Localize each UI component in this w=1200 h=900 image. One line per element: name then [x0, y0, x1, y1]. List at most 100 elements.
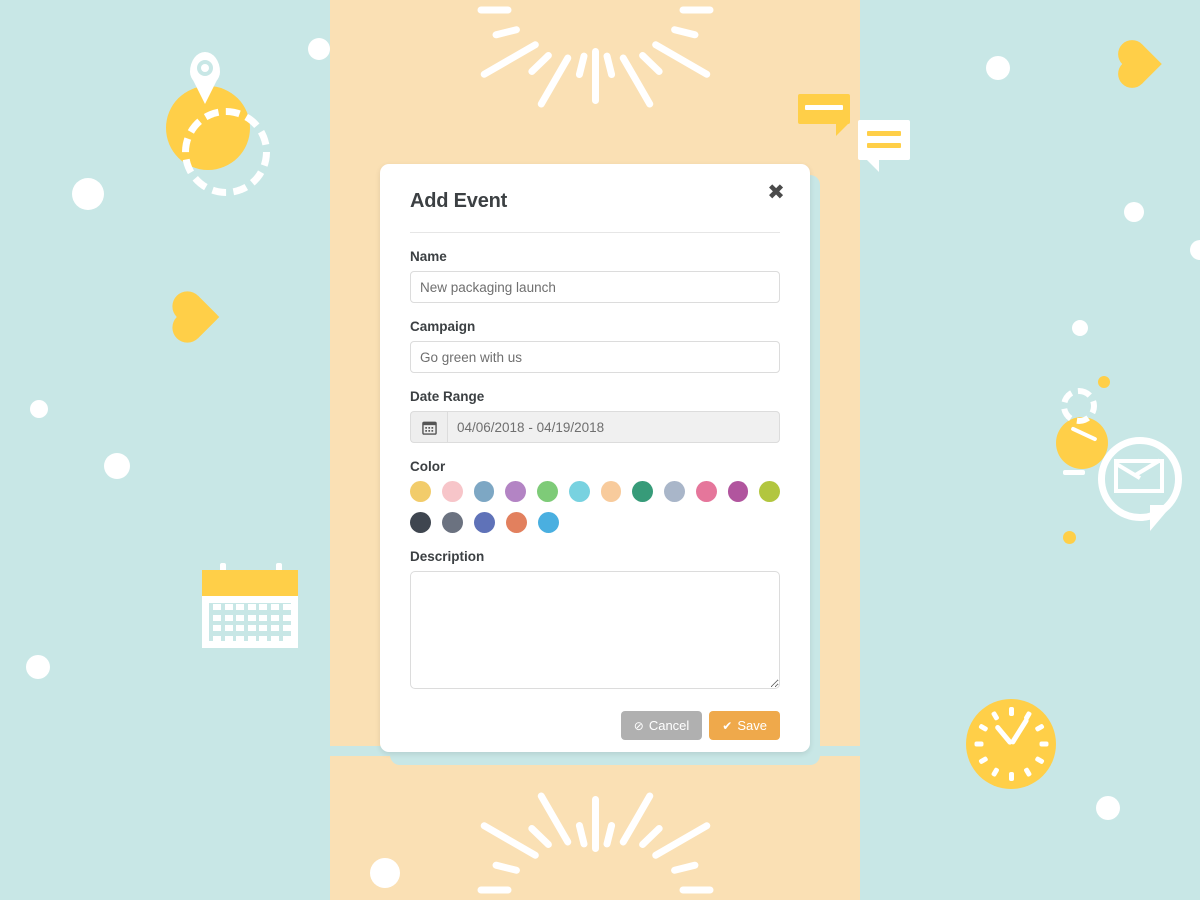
color-swatch-row: [410, 512, 780, 533]
sunburst-ray: [591, 796, 599, 852]
calendar-cell: [282, 635, 291, 642]
close-icon[interactable]: ✖: [762, 178, 790, 206]
color-swatch[interactable]: [442, 512, 463, 533]
calendar-cell: [224, 604, 233, 610]
dot-6: [370, 858, 400, 888]
sunburst-ray: [591, 48, 599, 104]
map-pin-tail: [192, 78, 218, 104]
cancel-button[interactable]: ⊘ Cancel: [620, 711, 703, 740]
clock-tick: [990, 710, 1000, 722]
calendar-cell: [259, 604, 268, 610]
color-swatch[interactable]: [506, 512, 527, 533]
color-swatch[interactable]: [664, 481, 685, 502]
name-input[interactable]: [410, 271, 780, 303]
color-swatch[interactable]: [538, 512, 559, 533]
calendar-cell: [271, 604, 279, 610]
color-swatch[interactable]: [410, 481, 431, 502]
clock-tick: [1033, 723, 1045, 733]
calendar-cell: [236, 604, 245, 610]
dot-7: [986, 56, 1010, 80]
calendar-cell: [236, 614, 245, 621]
clock-tick: [977, 755, 989, 765]
date-range-input[interactable]: [447, 411, 780, 443]
campaign-label: Campaign: [410, 319, 476, 334]
ban-icon: ⊘: [633, 718, 644, 733]
name-label: Name: [410, 249, 447, 264]
yellow-dot-2: [1063, 531, 1076, 544]
calendar-icon[interactable]: [410, 411, 447, 443]
color-swatch[interactable]: [474, 512, 495, 533]
clock-tick: [977, 723, 989, 733]
color-swatch[interactable]: [473, 481, 495, 502]
clock-tick: [1008, 707, 1014, 716]
color-swatch[interactable]: [537, 481, 558, 502]
calendar-cell: [247, 604, 256, 610]
dot-5: [26, 655, 50, 679]
base-line: [1063, 470, 1085, 475]
clock-tick: [1033, 755, 1045, 765]
cancel-button-label: Cancel: [648, 718, 690, 733]
dot-11: [1096, 796, 1120, 820]
campaign-input[interactable]: [410, 341, 780, 373]
calendar-cell: [224, 614, 233, 621]
color-swatch[interactable]: [695, 481, 717, 502]
date-range-group: [410, 411, 780, 443]
calendar-cell: [213, 635, 221, 642]
calendar-cell: [282, 604, 291, 610]
description-label: Description: [410, 549, 485, 564]
color-swatch[interactable]: [505, 481, 526, 502]
yellow-disc: [1056, 417, 1108, 469]
color-swatch[interactable]: [759, 481, 780, 502]
calendar-cell: [247, 635, 256, 642]
color-swatch[interactable]: [410, 512, 431, 533]
add-event-modal: ✖ Add Event Name Campaign Date Range: [380, 164, 810, 752]
date-range-label: Date Range: [410, 389, 485, 404]
clock-tick: [1039, 741, 1048, 747]
calendar-cell: [224, 635, 233, 642]
clock-tick: [1022, 766, 1032, 778]
dot-9: [1190, 240, 1200, 260]
color-swatch[interactable]: [441, 481, 463, 502]
app-background: ✖ Add Event Name Campaign Date Range: [0, 0, 1200, 900]
check-icon: ✔: [722, 718, 733, 733]
calendar-cell: [282, 614, 291, 621]
dot-1: [308, 38, 330, 60]
calendar-cell: [271, 635, 279, 642]
chat-bubble-tail: [1150, 505, 1172, 531]
sunburst-ray: [477, 6, 511, 14]
dot-10: [1072, 320, 1088, 336]
color-swatch[interactable]: [600, 481, 622, 502]
calendar-cell: [236, 625, 245, 631]
sunburst-ray: [679, 6, 713, 14]
calendar-cell: [271, 614, 279, 621]
save-button[interactable]: ✔ Save: [709, 711, 780, 740]
dot-2: [72, 178, 104, 210]
title-divider: [410, 232, 780, 233]
page-title: Add Event: [410, 190, 508, 212]
color-swatch-row: [410, 481, 780, 502]
sunburst-ray: [679, 886, 713, 894]
calendar-cell: [271, 625, 279, 631]
color-swatch-grid: [410, 481, 780, 533]
dot-4: [104, 453, 130, 479]
clock-icon: [966, 699, 1056, 789]
clock-tick: [990, 766, 1000, 778]
yellow-dot-1: [1098, 376, 1110, 388]
calendar-cell: [213, 604, 221, 610]
dashed-circle-small: [1061, 388, 1097, 424]
map-pin-dot: [201, 64, 209, 72]
color-swatch[interactable]: [568, 481, 590, 502]
calendar-cell: [259, 625, 268, 631]
color-swatch[interactable]: [727, 481, 749, 502]
sunburst-ray: [477, 886, 511, 894]
calendar-cell: [282, 625, 291, 631]
description-textarea[interactable]: [410, 571, 780, 689]
color-swatch[interactable]: [632, 481, 653, 502]
calendar-header: [202, 570, 298, 596]
modal-footer: ⊘ Cancel ✔ Save: [410, 711, 780, 740]
calendar-cell: [247, 625, 256, 631]
color-label: Color: [410, 459, 446, 474]
save-button-label: Save: [737, 718, 767, 733]
calendar-cell: [259, 614, 268, 621]
dot-8: [1124, 202, 1144, 222]
